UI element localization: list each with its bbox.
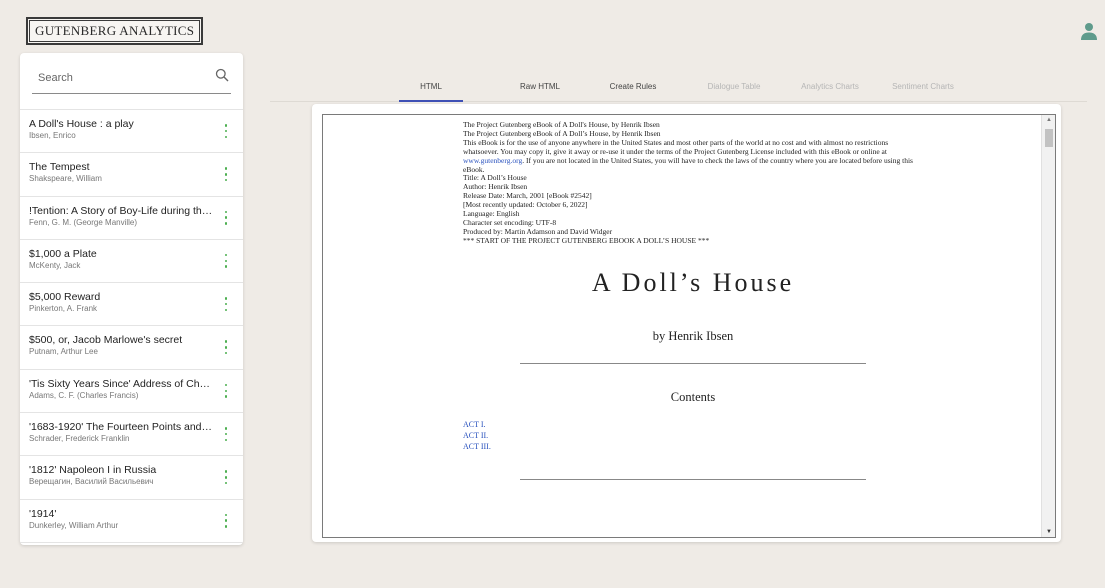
tab-analytics-charts[interactable]: Analytics Charts [787, 82, 873, 91]
book-title: $1,000 a Plate [29, 247, 97, 260]
account-icon[interactable] [1081, 22, 1097, 40]
more-options-icon[interactable] [224, 383, 228, 398]
toc-link-act-2[interactable]: ACT II. [463, 430, 923, 441]
scroll-up-icon[interactable]: ▲ [1046, 117, 1052, 123]
more-options-icon[interactable] [224, 340, 228, 355]
search-box [32, 64, 231, 94]
more-options-icon[interactable] [224, 427, 228, 442]
book-title: '1812' Napoleon I in Russia [29, 464, 157, 477]
tab-html[interactable]: HTML [399, 82, 463, 91]
preview-scrollbar[interactable]: ▲ ▼ [1041, 115, 1055, 537]
book-title: '1683-1920' The Fourteen Points and Wh..… [29, 421, 213, 434]
more-options-icon[interactable] [224, 167, 228, 182]
active-tab-indicator [399, 100, 463, 102]
meta-line: *** START OF THE PROJECT GUTENBERG EBOOK… [463, 235, 710, 245]
meta-line: [Most recently updated: October 6, 2022] [463, 200, 588, 210]
book-title: A Doll's House : a play [29, 118, 134, 130]
divider [520, 478, 866, 480]
book-title: '1914' [29, 507, 57, 520]
book-byline: by Henrik Ibsen [652, 328, 734, 343]
logo-text: GUTENBERG ANALYTICS [29, 20, 201, 42]
more-options-icon[interactable] [224, 470, 228, 485]
book-author: Pinkerton, A. Frank [29, 304, 98, 314]
toc-link-act-3[interactable]: ACT III. [463, 441, 923, 452]
contents-heading: Contents [670, 389, 716, 404]
list-item[interactable]: '1812' Napoleon I in Russia Верещагин, В… [20, 456, 243, 500]
book-author: Верещагин, Василий Васильевич [29, 477, 154, 487]
tab-dialogue-table[interactable]: Dialogue Table [694, 82, 774, 91]
view-tabs: HTML Raw HTML Create Rules Dialogue Tabl… [270, 77, 1087, 102]
more-options-icon[interactable] [224, 513, 228, 528]
list-item[interactable]: $5,000 Reward Pinkerton, A. Frank [20, 283, 243, 327]
book-title: 'Tis Sixty Years Since' Address of Charl… [29, 377, 213, 390]
book-title: $5,000 Reward [29, 291, 101, 304]
tab-sentiment-charts[interactable]: Sentiment Charts [878, 82, 968, 91]
book-author: Schrader, Frederick Franklin [29, 434, 130, 444]
scroll-down-icon[interactable]: ▼ [1046, 529, 1052, 535]
more-options-icon[interactable] [224, 210, 228, 225]
book-title-heading: A Doll’s House [591, 267, 795, 297]
book-author: Ibsen, Enrico [29, 131, 76, 140]
list-item[interactable]: '1683-1920' The Fourteen Points and Wh..… [20, 413, 243, 457]
more-options-icon[interactable] [224, 297, 228, 312]
table-of-contents: ACT I. ACT II. ACT III. [463, 419, 923, 452]
app-logo: GUTENBERG ANALYTICS [26, 17, 204, 45]
list-item[interactable]: '1914' Dunkerley, William Arthur [20, 500, 243, 543]
scrollbar-thumb[interactable] [1045, 129, 1053, 147]
book-list: A Doll's House : a play Ibsen, Enrico Th… [20, 109, 243, 543]
more-options-icon[interactable] [224, 253, 228, 268]
book-title: The Tempest [29, 161, 90, 174]
ebook-document: The Project Gutenberg eBook of A Doll's … [463, 120, 923, 480]
license-text: This eBook is for the use of anyone anyw… [463, 137, 913, 174]
list-item[interactable]: $500, or, Jacob Marlowe's secret Putnam,… [20, 326, 243, 370]
book-author: Putnam, Arthur Lee [29, 347, 98, 357]
search-input[interactable] [32, 64, 231, 92]
html-preview-frame[interactable]: The Project Gutenberg eBook of A Doll's … [322, 114, 1056, 538]
book-title: !Tention: A Story of Boy-Life during the… [29, 204, 213, 217]
book-title: $500, or, Jacob Marlowe's secret [29, 334, 183, 347]
gutenberg-link[interactable]: www.gutenberg.org [463, 156, 522, 165]
book-author: McKenty, Jack [29, 260, 81, 270]
book-author: Fenn, G. M. (George Manville) [29, 217, 138, 227]
list-item[interactable]: 'Tis Sixty Years Since' Address of Charl… [20, 370, 243, 414]
toc-link-act-1[interactable]: ACT I. [463, 419, 923, 430]
list-item[interactable]: $1,000 a Plate McKenty, Jack [20, 240, 243, 284]
list-item[interactable]: !Tention: A Story of Boy-Life during the… [20, 197, 243, 240]
book-author: Dunkerley, William Arthur [29, 520, 119, 530]
book-author: Shakspeare, William [29, 174, 102, 184]
list-item[interactable]: A Doll's House : a play Ibsen, Enrico [20, 110, 243, 154]
meta-line: Title: A Doll’s House [463, 173, 527, 183]
search-icon[interactable] [215, 68, 229, 82]
book-author: Adams, C. F. (Charles Francis) [29, 390, 139, 400]
book-sidebar: A Doll's House : a play Ibsen, Enrico Th… [20, 53, 243, 545]
tab-create-rules[interactable]: Create Rules [595, 82, 671, 91]
more-options-icon[interactable] [224, 124, 228, 138]
html-viewer-card: The Project Gutenberg eBook of A Doll's … [312, 104, 1061, 542]
list-item[interactable]: The Tempest Shakspeare, William [20, 153, 243, 197]
tab-raw-html[interactable]: Raw HTML [508, 82, 572, 91]
divider [520, 362, 866, 364]
